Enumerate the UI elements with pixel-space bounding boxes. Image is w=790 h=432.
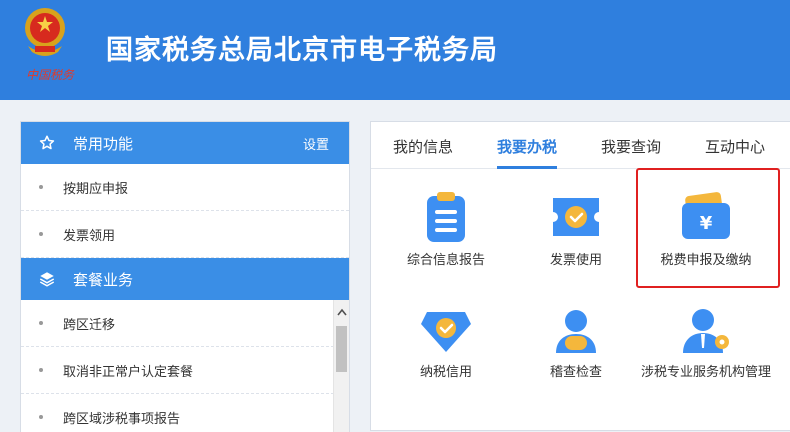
tile-label: 综合信息报告 bbox=[406, 253, 485, 268]
emblem-caption: 中国税务 bbox=[26, 68, 75, 82]
tile-label: 发票使用 bbox=[549, 253, 602, 268]
tile-label: 纳税信用 bbox=[419, 365, 472, 380]
tab-query[interactable]: 我要查询 bbox=[601, 122, 661, 168]
package-item[interactable]: 跨区域涉税事项报告 bbox=[21, 394, 349, 432]
bullet bbox=[39, 321, 43, 325]
favorites-title: 常用功能 bbox=[73, 134, 134, 153]
packages-header: 套餐业务 bbox=[21, 258, 349, 300]
tile-inspection[interactable]: 稽查检查 bbox=[511, 306, 641, 382]
tile-label: 涉税专业服务机构管理 bbox=[641, 365, 772, 380]
bullet bbox=[39, 232, 43, 236]
agent-person-icon bbox=[683, 309, 729, 353]
inspector-person-icon bbox=[556, 310, 596, 353]
clipboard-icon bbox=[427, 192, 465, 242]
tile-tax-agency-management[interactable]: 涉税专业服务机构管理 bbox=[641, 306, 771, 382]
tile-comprehensive-report[interactable]: 综合信息报告 bbox=[381, 190, 511, 270]
scroll-up-arrow-icon[interactable] bbox=[337, 308, 347, 316]
bullet bbox=[39, 415, 43, 419]
national-emblem-icon bbox=[25, 8, 65, 56]
favorites-header: 常用功能 设置 bbox=[21, 122, 349, 164]
package-item-label: 取消非正常户认定套餐 bbox=[63, 364, 194, 380]
left-sidebar: 常用功能 设置 按期应申报 发票领用 套餐业务 跨区迁移 取消非正常户认定套餐 … bbox=[20, 121, 350, 432]
favorite-item-label: 发票领用 bbox=[63, 228, 116, 244]
packages-scrollbar[interactable] bbox=[333, 300, 349, 432]
package-item-label: 跨区域涉税事项报告 bbox=[63, 411, 181, 427]
packages-title: 套餐业务 bbox=[73, 270, 134, 289]
package-item-label: 跨区迁移 bbox=[63, 317, 116, 333]
tile-tax-credit[interactable]: 纳税信用 bbox=[381, 306, 511, 382]
bullet bbox=[39, 368, 43, 372]
favorite-item[interactable]: 发票领用 bbox=[21, 211, 349, 258]
package-item[interactable]: 跨区迁移 bbox=[21, 300, 349, 347]
credit-gem-icon bbox=[421, 312, 471, 352]
highlight-box bbox=[636, 168, 780, 288]
settings-link[interactable]: 设置 bbox=[303, 134, 329, 153]
package-item[interactable]: 取消非正常户认定套餐 bbox=[21, 347, 349, 394]
tile-invoice-use[interactable]: 发票使用 bbox=[511, 190, 641, 270]
bullet bbox=[39, 185, 43, 189]
scroll-thumb[interactable] bbox=[336, 326, 347, 372]
tile-label: 稽查检查 bbox=[549, 365, 602, 380]
tab-do-tax[interactable]: 我要办税 bbox=[497, 122, 558, 169]
star-icon bbox=[37, 133, 57, 153]
packages-list: 跨区迁移 取消非正常户认定套餐 跨区域涉税事项报告 bbox=[21, 300, 349, 432]
favorite-item-label: 按期应申报 bbox=[63, 181, 129, 197]
site-header: 中国税务 国家税务总局北京市电子税务局 bbox=[0, 0, 790, 100]
invoice-ticket-icon bbox=[553, 198, 599, 236]
tab-my-info[interactable]: 我的信息 bbox=[393, 122, 453, 168]
tab-interaction-center[interactable]: 互动中心 bbox=[705, 122, 765, 168]
site-title: 国家税务总局北京市电子税务局 bbox=[106, 35, 498, 66]
tab-bar: 我的信息 我要办税 我要查询 互动中心 bbox=[371, 122, 790, 169]
favorite-item[interactable]: 按期应申报 bbox=[21, 164, 349, 211]
layers-icon bbox=[37, 269, 57, 289]
